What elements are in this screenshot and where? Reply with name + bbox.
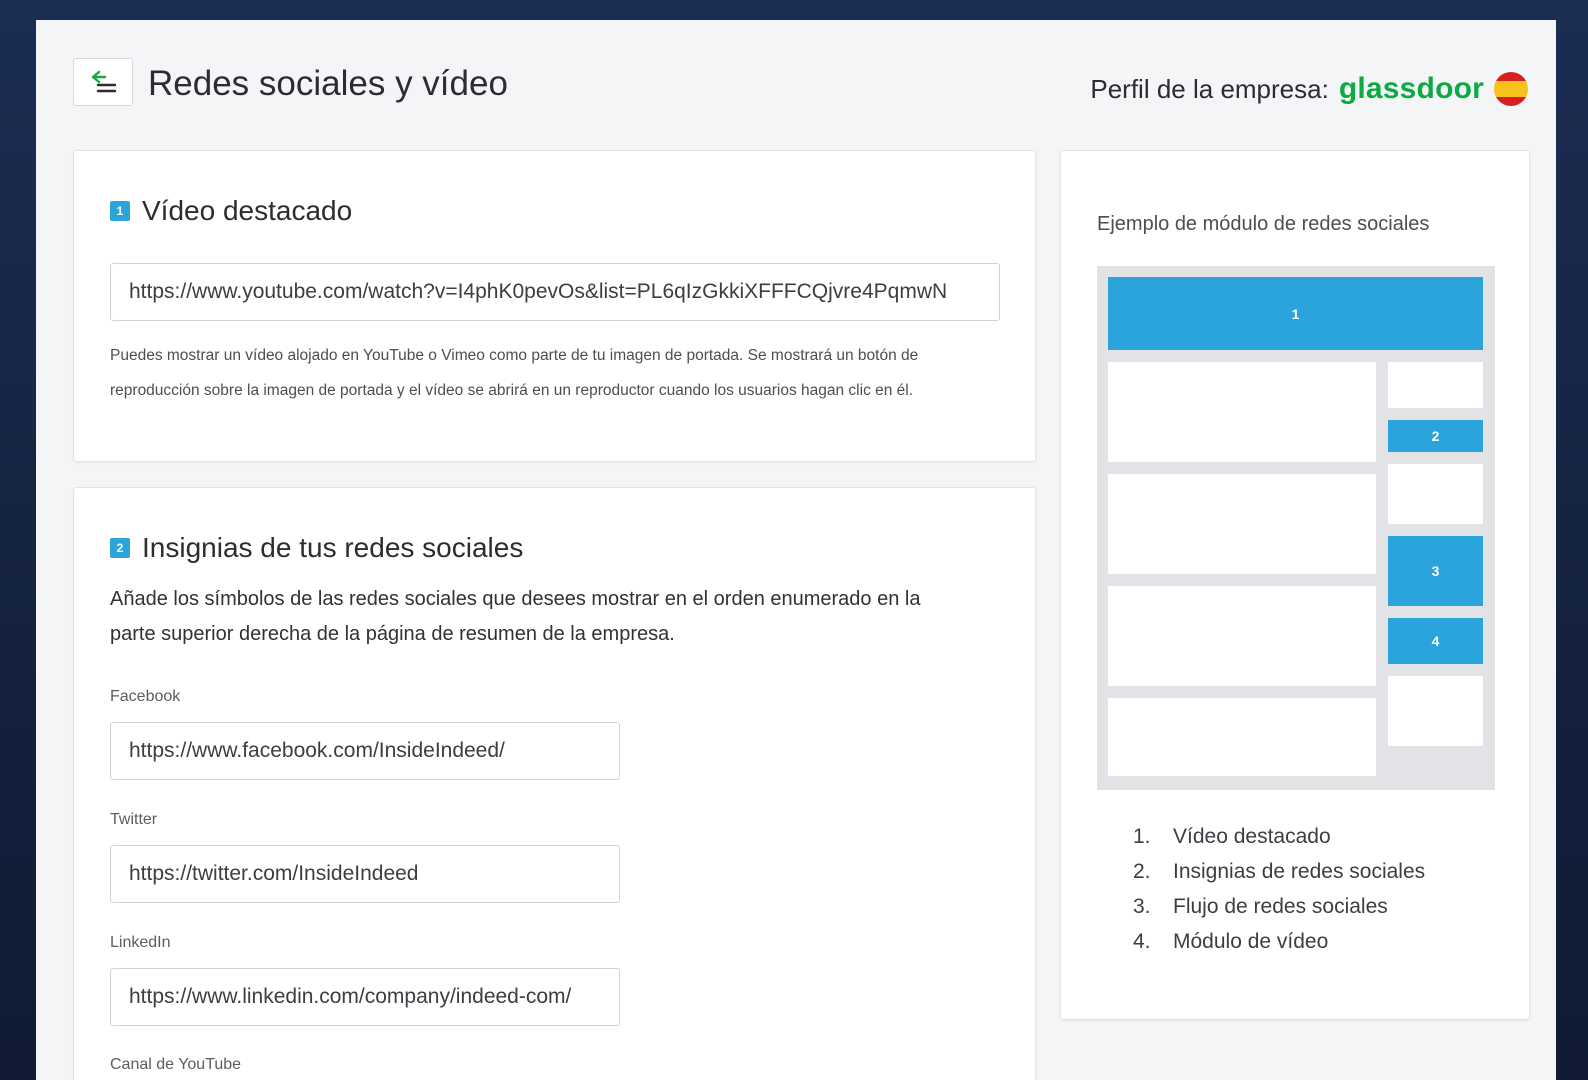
preview-block <box>1108 474 1376 574</box>
back-button[interactable] <box>73 58 133 106</box>
preview-block-4: 4 <box>1388 618 1483 664</box>
page: Redes sociales y vídeo Perfil de la empr… <box>36 20 1556 1080</box>
legend-item: 2. Insignias de redes sociales <box>1133 860 1426 883</box>
preview-block <box>1388 464 1483 524</box>
help-line: reproducción sobre la imagen de portada … <box>110 382 914 399</box>
section-title: Vídeo destacado <box>142 195 353 226</box>
preview-block <box>1388 362 1483 408</box>
section-description: Añade los símbolos de las redes sociales… <box>110 582 990 652</box>
description-line: parte superior derecha de la página de r… <box>110 623 675 645</box>
twitter-label: Twitter <box>110 811 158 828</box>
video-help-text: Puedes mostrar un vídeo alojado en YouTu… <box>110 338 1010 408</box>
preview-block <box>1108 362 1376 462</box>
preview-block-2: 2 <box>1388 420 1483 452</box>
facebook-label: Facebook <box>110 688 181 705</box>
page-header: Redes sociales y vídeo Perfil de la empr… <box>36 20 1556 140</box>
preview-block <box>1108 586 1376 686</box>
module-legend: 1. Vídeo destacado 2. Insignias de redes s… <box>1133 819 1425 959</box>
glassdoor-logo: glassdoor <box>1338 72 1484 105</box>
featured-video-card: 1 Vídeo destacado https://www.youtube.co… <box>73 150 1036 462</box>
linkedin-input[interactable]: https://www.linkedin.com/company/indeed-… <box>110 968 620 1026</box>
preview-block <box>1108 698 1376 776</box>
back-menu-icon <box>91 70 117 93</box>
module-preview: 1 2 3 4 <box>1097 266 1495 790</box>
legend-item: 3. Flujo de redes sociales <box>1133 895 1388 918</box>
company-profile: Perfil de la empresa: glassdoor <box>1090 72 1528 106</box>
preview-block-1: 1 <box>1108 277 1483 350</box>
help-line: Puedes mostrar un vídeo alojado en YouTu… <box>110 347 919 364</box>
preview-block <box>1388 676 1483 746</box>
youtube-channel-label: Canal de YouTube <box>110 1056 242 1073</box>
twitter-input[interactable]: https://twitter.com/InsideIndeed <box>110 845 620 903</box>
linkedin-label: LinkedIn <box>110 934 171 951</box>
example-module-card: Ejemplo de módulo de redes sociales 1 2 … <box>1060 150 1530 1020</box>
preview-block-3: 3 <box>1388 536 1483 606</box>
video-url-input[interactable]: https://www.youtube.com/watch?v=I4phK0pe… <box>110 263 1000 321</box>
section-number-badge: 1 <box>110 201 130 221</box>
legend-item: 4. Módulo de vídeo <box>1133 930 1329 953</box>
section-number-badge: 2 <box>110 538 130 558</box>
section-heading: 1 Vídeo destacado <box>110 195 352 227</box>
legend-item: 1. Vídeo destacado <box>1133 825 1331 848</box>
facebook-input[interactable]: https://www.facebook.com/InsideIndeed/ <box>110 722 620 780</box>
page-title: Redes sociales y vídeo <box>148 64 508 103</box>
spain-flag-icon[interactable] <box>1494 72 1528 106</box>
social-badges-card: 2 Insignias de tus redes sociales Añade … <box>73 487 1036 1080</box>
section-title: Insignias de tus redes sociales <box>142 532 524 563</box>
profile-label: Perfil de la empresa: <box>1090 73 1329 104</box>
example-title: Ejemplo de módulo de redes sociales <box>1097 213 1430 235</box>
description-line: Añade los símbolos de las redes sociales… <box>110 588 921 610</box>
section-heading: 2 Insignias de tus redes sociales <box>110 532 523 564</box>
